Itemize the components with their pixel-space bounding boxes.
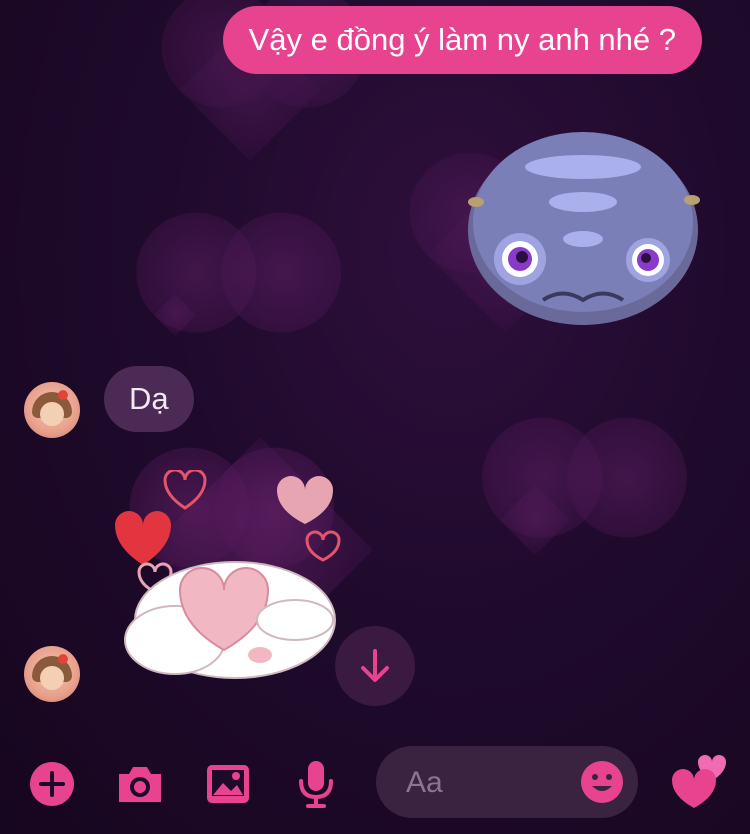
hippo-sticker[interactable] xyxy=(458,122,708,327)
heart-icon xyxy=(672,755,726,808)
message-input-placeholder: Aa xyxy=(406,766,443,799)
background-heart xyxy=(499,484,571,556)
microphone-icon xyxy=(299,761,333,808)
avatar[interactable] xyxy=(24,382,80,438)
message-input[interactable]: Aa xyxy=(376,746,638,818)
image-icon xyxy=(207,765,249,803)
bunny-heart-sticker[interactable] xyxy=(105,470,345,690)
scroll-down-button[interactable] xyxy=(335,626,415,706)
camera-button[interactable] xyxy=(112,756,168,812)
microphone-button[interactable] xyxy=(288,756,344,812)
outgoing-message-bubble[interactable]: Vậy e đồng ý làm ny anh nhé ? xyxy=(222,6,702,74)
like-button[interactable] xyxy=(668,752,728,812)
camera-icon xyxy=(119,767,161,802)
avatar[interactable] xyxy=(24,646,80,702)
gallery-button[interactable] xyxy=(200,756,256,812)
add-button[interactable] xyxy=(24,756,80,812)
smiley-icon[interactable] xyxy=(580,760,624,804)
arrow-down-icon xyxy=(361,649,389,682)
background-heart xyxy=(153,293,197,337)
plus-circle-icon xyxy=(30,762,74,806)
incoming-message-bubble[interactable]: Dạ xyxy=(104,366,194,432)
